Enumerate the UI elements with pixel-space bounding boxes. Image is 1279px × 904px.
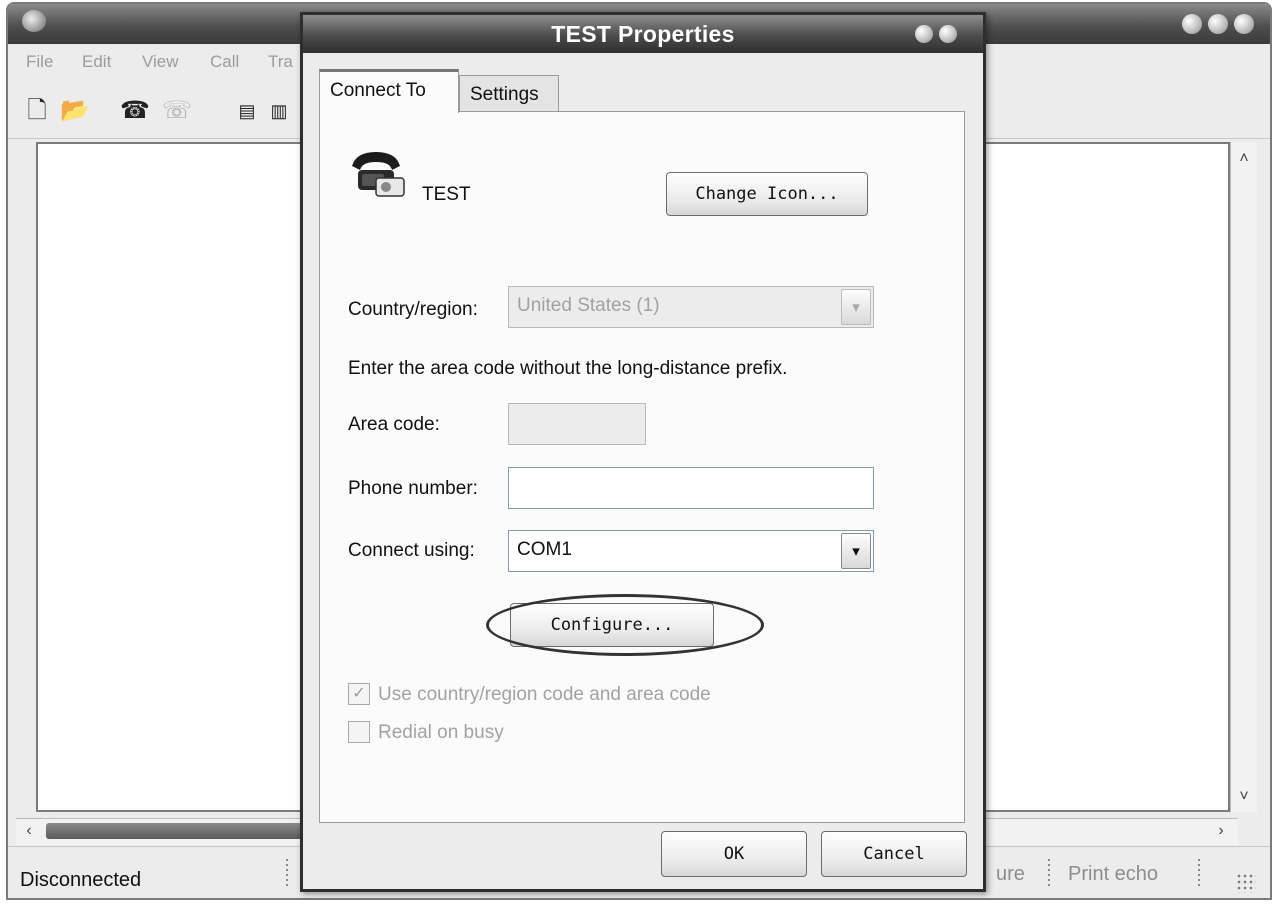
close-icon[interactable] <box>1234 14 1254 34</box>
menu-call[interactable]: Call <box>210 52 239 72</box>
status-separator <box>1198 859 1200 889</box>
app-icon <box>22 10 46 32</box>
resize-grip-icon[interactable] <box>1236 873 1256 893</box>
menu-file[interactable]: File <box>26 52 53 72</box>
scroll-up-icon[interactable]: ˄ <box>1235 150 1253 170</box>
country-value: United States (1) <box>517 295 660 316</box>
dialog-title: TEST Properties <box>551 21 735 47</box>
dialog-titlebar: TEST Properties <box>303 15 983 53</box>
connect-using-label: Connect using: <box>348 540 475 561</box>
phone-icon <box>352 152 405 197</box>
connect-using-select[interactable]: COM1 ▾ <box>508 530 874 572</box>
use-country-code-checkbox[interactable]: ✓ <box>348 683 370 705</box>
status-separator <box>1048 859 1050 889</box>
receive-file-icon[interactable]: ▥ <box>266 98 292 124</box>
tab-connect-to[interactable]: Connect To <box>319 69 459 113</box>
chevron-down-icon[interactable]: ▾ <box>841 533 871 569</box>
connect-using-value: COM1 <box>517 539 572 560</box>
configure-button[interactable]: Configure... <box>510 603 714 647</box>
connect-to-panel: TEST Change Icon... Country/region: Unit… <box>319 111 965 823</box>
minimize-icon[interactable] <box>1182 14 1202 34</box>
ok-button[interactable]: OK <box>661 831 807 877</box>
area-code-instruction: Enter the area code without the long-dis… <box>348 358 788 379</box>
phone-number-label: Phone number: <box>348 478 478 499</box>
horizontal-scroll-thumb[interactable] <box>46 823 316 839</box>
dialog-close-icon[interactable] <box>939 25 957 43</box>
redial-checkbox[interactable] <box>348 721 370 743</box>
redial-label: Redial on busy <box>378 722 504 743</box>
phone-number-input[interactable] <box>508 467 874 509</box>
status-capture: ure <box>996 863 1025 885</box>
country-select[interactable]: United States (1) ▾ <box>508 286 874 328</box>
call-phone-icon[interactable]: ☎ <box>120 98 150 124</box>
change-icon-button[interactable]: Change Icon... <box>666 172 868 216</box>
area-code-label: Area code: <box>348 414 440 435</box>
scroll-right-icon[interactable]: › <box>1212 822 1230 840</box>
menu-transfer[interactable]: Tra <box>268 52 293 72</box>
disconnect-phone-icon[interactable]: ☏ <box>162 98 192 124</box>
status-print-echo: Print echo <box>1068 863 1159 885</box>
maximize-icon[interactable] <box>1208 14 1228 34</box>
open-folder-icon[interactable]: 📂 <box>60 98 90 124</box>
menu-edit[interactable]: Edit <box>82 52 111 72</box>
connection-name: TEST <box>422 184 471 205</box>
menu-view[interactable]: View <box>142 52 179 72</box>
properties-dialog: TEST Properties Connect To Settings TEST… <box>300 12 986 892</box>
status-separator <box>286 859 288 889</box>
tab-settings[interactable]: Settings <box>459 75 559 115</box>
scroll-down-icon[interactable]: ˅ <box>1235 788 1253 808</box>
cancel-button[interactable]: Cancel <box>821 831 967 877</box>
chevron-down-icon[interactable]: ▾ <box>841 289 871 325</box>
send-file-icon[interactable]: ▤ <box>234 98 260 124</box>
status-connection: Disconnected <box>20 869 142 891</box>
vertical-scrollbar[interactable]: ˄ ˅ <box>1230 142 1257 812</box>
area-code-input[interactable] <box>508 403 646 445</box>
use-country-code-label: Use country/region code and area code <box>378 684 711 705</box>
help-icon[interactable] <box>915 25 933 43</box>
scroll-left-icon[interactable]: ‹ <box>20 822 38 840</box>
country-label: Country/region: <box>348 299 478 320</box>
new-document-icon[interactable]: 🗋 <box>24 98 50 124</box>
